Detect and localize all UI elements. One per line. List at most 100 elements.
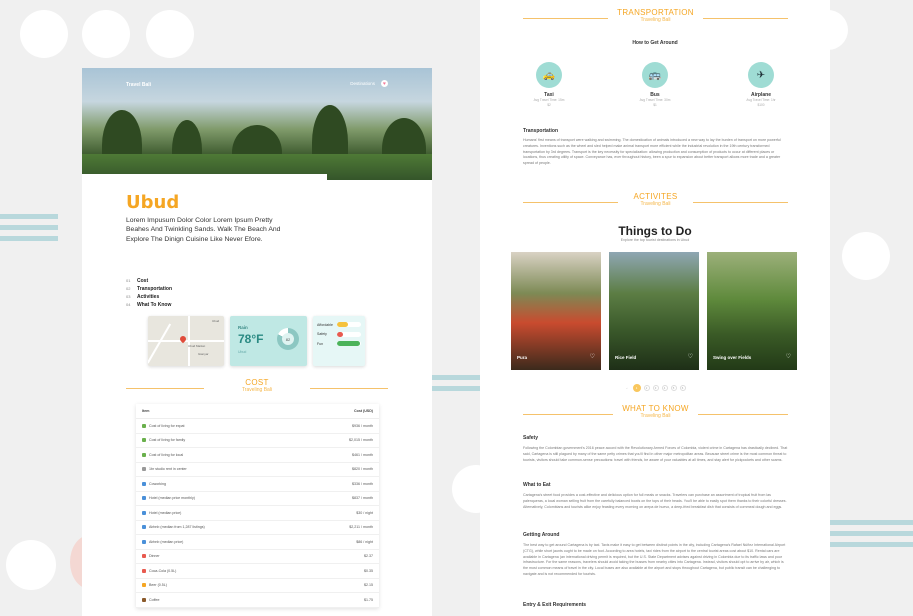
- row-item: Airbnb (median from 1,287 listings): [149, 525, 205, 530]
- page-dot[interactable]: 3: [652, 385, 659, 391]
- row-icon: [142, 438, 146, 443]
- row-item: Airbnb (median price): [149, 539, 184, 544]
- destination-page: Travel Bali Destinations ♥ Ubud Lorem Im…: [82, 68, 432, 616]
- transportation-text: Humans' first means of transport were wa…: [523, 138, 781, 166]
- row-cost: $0.35: [364, 568, 373, 573]
- table-row: Cost of living for family $2,015 / month: [136, 434, 379, 448]
- row-item: Hotel (median price): [149, 510, 182, 515]
- table-row: Coca-Cola (0.5L) $0.35: [136, 564, 379, 579]
- row-cost: $820 / month: [352, 467, 373, 472]
- safety-heading: Safety: [523, 435, 539, 441]
- table-row: 1br studio rent in center $820 / month: [136, 463, 379, 477]
- toc-item-transportation[interactable]: 02 Transportation: [126, 285, 172, 293]
- page-dot[interactable]: 1: [632, 384, 641, 392]
- table-row: Hotel (median price) $30 / night: [136, 506, 379, 521]
- what-to-know-section-header: WHAT TO KNOW Traveling Bali: [523, 404, 788, 419]
- page-dot[interactable]: 6: [679, 385, 686, 391]
- top-nav: Destinations ♥: [350, 80, 388, 87]
- table-row: Beer (0.5L) $2.15: [136, 579, 379, 593]
- row-item: 1br studio rent in center: [149, 467, 187, 472]
- intro-text: Lorem Impusum Dolor Color Lorem Ipsum Pr…: [126, 217, 281, 243]
- table-row: Coworking $336 / month: [136, 477, 379, 492]
- row-item: Coworking: [149, 481, 166, 486]
- page-dot[interactable]: 4: [661, 385, 668, 391]
- row-cost: $336 / month: [352, 481, 373, 486]
- toc-item-cost[interactable]: 01 Cost: [126, 277, 172, 285]
- row-cost: $837 / month: [352, 496, 373, 501]
- fun-meter: [337, 341, 360, 346]
- activity-card-rice-field[interactable]: Rice Field ♡: [609, 252, 699, 370]
- humidity-dial: 82: [277, 328, 299, 350]
- table-row: Coffee $1.75: [136, 593, 379, 608]
- transport-mode-airplane[interactable]: ✈ Airplane Avg Travel Time: 1hr $100: [726, 62, 796, 108]
- page-dot[interactable]: 2: [643, 385, 650, 391]
- activity-gallery: Pura ♡ Rice Field ♡ Swing over Fields ♡: [511, 252, 797, 370]
- row-icon: [142, 423, 146, 428]
- row-item: Cost of living for local: [149, 452, 184, 457]
- row-item: Hotel (median price monthly): [149, 496, 195, 501]
- favorite-heart-icon[interactable]: ♡: [688, 353, 693, 360]
- row-item: Beer (0.5L): [149, 583, 167, 588]
- row-icon: [142, 452, 146, 457]
- table-row: Airbnb (median from 1,287 listings) $2,21…: [136, 521, 379, 535]
- meter-label: Fun: [317, 341, 324, 346]
- page-dot[interactable]: 5: [670, 385, 677, 391]
- table-row: Airbnb (median price) $86 / night: [136, 535, 379, 550]
- things-to-do-title: Things to Do: [618, 224, 692, 238]
- row-cost: $461 / month: [352, 452, 373, 457]
- safety-text: Following the Colombian government's 201…: [523, 446, 788, 462]
- entry-exit-heading: Entry & Exit Requirements: [523, 602, 587, 608]
- cost-section-header: COST Traveling Bali: [126, 378, 388, 393]
- transport-mode-bus[interactable]: 🚌 Bus Avg Travel Time: 30m $1: [620, 62, 690, 108]
- taxi-icon: 🚕: [536, 62, 562, 88]
- transport-mode-taxi[interactable]: 🚕 Taxi Avg Travel Time: 15m $2: [514, 62, 584, 108]
- activity-card-swing[interactable]: Swing over Fields ♡: [707, 252, 797, 370]
- row-icon: [142, 597, 146, 602]
- toc-item-activities[interactable]: 03 Activities: [126, 293, 172, 301]
- nav-destinations-link[interactable]: Destinations: [350, 81, 375, 86]
- table-row: Hotel (median price monthly) $837 / month: [136, 492, 379, 506]
- table-row: Cost of living for local $461 / month: [136, 448, 379, 463]
- brand-logo[interactable]: Travel Bali: [126, 82, 151, 88]
- favorite-heart-icon[interactable]: ♡: [590, 353, 595, 360]
- row-cost: $2,211 / month: [349, 525, 373, 530]
- table-header: Item Cost (USD): [136, 404, 379, 419]
- activity-card-pura[interactable]: Pura ♡: [511, 252, 601, 370]
- favorites-heart-icon[interactable]: ♥: [381, 80, 388, 87]
- prev-page-icon[interactable]: ‹: [625, 385, 630, 391]
- decor-lines: [828, 520, 913, 553]
- decor-lines: [432, 375, 480, 397]
- map-card[interactable]: Ubud Gianyar Ubud Market: [148, 316, 224, 366]
- row-cost: $2,015 / month: [349, 438, 373, 443]
- bus-icon: 🚌: [642, 62, 668, 88]
- weather-card: Rain 78°F Ubud 82: [230, 316, 307, 366]
- meter-label: Safety: [317, 332, 327, 336]
- row-icon: [142, 583, 146, 588]
- row-item: Coffee: [149, 597, 160, 602]
- row-cost: $1.75: [364, 597, 373, 602]
- how-to-get-around-title: How to Get Around: [632, 40, 678, 46]
- affordable-meter: [337, 322, 348, 327]
- gallery-pagination: ‹ 1 2 3 4 5 6: [480, 384, 830, 392]
- cost-table: Item Cost (USD) Cost of living for expat…: [136, 404, 379, 608]
- transport-modes: 🚕 Taxi Avg Travel Time: 15m $2 🚌 Bus Avg…: [514, 62, 796, 108]
- row-cost: $936 / month: [352, 423, 373, 428]
- things-to-do-subtitle: Explore the top tourist destinations in …: [620, 238, 690, 242]
- decor-circle: [146, 10, 194, 58]
- favorite-heart-icon[interactable]: ♡: [786, 353, 791, 360]
- meter-label: Affordable: [317, 322, 333, 327]
- decor-lines: [0, 214, 58, 247]
- transportation-section-header: TRANSPORTATION Traveling Bali: [523, 8, 788, 23]
- decor-circle: [842, 232, 890, 280]
- row-icon: [142, 539, 146, 544]
- weather-label: Rain: [238, 325, 248, 330]
- getting-around-text: The best way to get around Cartagena is …: [523, 543, 786, 576]
- ratings-card: Affordable Safety Fun: [313, 316, 365, 366]
- what-to-eat-text: Cartagena's street food provides a cost-…: [523, 493, 787, 509]
- page-title: Ubud: [126, 192, 180, 213]
- row-item: Cost of living for expat: [149, 423, 185, 428]
- row-cost: $2.37: [364, 554, 373, 559]
- transportation-heading: Transportation: [523, 128, 559, 134]
- toc-item-what-to-know[interactable]: 04 What To Know: [126, 301, 172, 309]
- row-icon: [142, 554, 146, 559]
